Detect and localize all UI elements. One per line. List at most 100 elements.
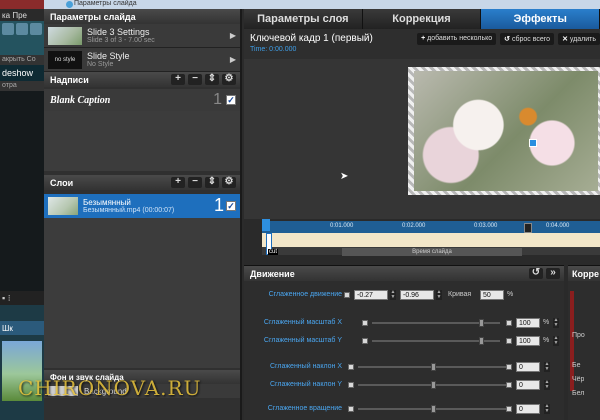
skew-y-spinner[interactable]: ▲ ▼: [544, 380, 550, 390]
add-caption-button[interactable]: +: [171, 74, 185, 85]
rotation-checkbox[interactable]: [348, 406, 354, 412]
caption-item[interactable]: Blank Caption 1 ✓: [44, 89, 240, 111]
layer-subtitle: Безымянный.mp4 (00:00:07): [83, 207, 175, 214]
layer-item[interactable]: Безымянный Безымянный.mp4 (00:00:07) 1 ✓: [44, 194, 240, 218]
open-icon[interactable]: [2, 23, 14, 35]
caption-settings-gear-icon[interactable]: ⚙: [222, 74, 236, 85]
caption-visible-checkbox[interactable]: ✓: [226, 95, 236, 105]
motion-x-spinner[interactable]: ▲ ▼: [390, 290, 396, 300]
motion-y-input[interactable]: -0.96: [400, 290, 434, 300]
correction-label: Бел: [572, 390, 585, 397]
skew-y-row: Сглаженный наклон Y 0 ▲ ▼: [244, 376, 564, 394]
background-app-tab[interactable]: Шк: [0, 321, 44, 335]
add-keyframe-button[interactable]: + добавить несколько: [417, 33, 497, 45]
skew-y-checkbox[interactable]: [348, 382, 354, 388]
motion-header: Движение ↺ »: [244, 266, 564, 281]
rotation-slider-knob[interactable]: [431, 405, 436, 413]
curve-input[interactable]: 50: [480, 290, 504, 300]
keyframe-time: Time: 0:00.000: [250, 46, 297, 53]
remove-layer-button[interactable]: −: [188, 177, 202, 188]
motion-y-spinner[interactable]: ▲ ▼: [436, 290, 442, 300]
rotation-spinner[interactable]: ▲ ▼: [544, 404, 550, 414]
layers-list-empty: [44, 218, 240, 368]
background-app-workspace: [0, 91, 44, 291]
scale-x-spinner[interactable]: ▲ ▼: [553, 318, 559, 328]
skew-x-checkbox[interactable]: [348, 364, 354, 370]
smooth-motion-checkbox[interactable]: [344, 292, 350, 298]
scale-y-spinner[interactable]: ▲ ▼: [553, 336, 559, 346]
slide-settings-item[interactable]: Slide 3 Settings Slide 3 of 3 - 7.00 sec…: [44, 24, 240, 48]
timeline-tick: 0:01.000: [330, 223, 354, 229]
timeline-tick: 0:04.000: [546, 223, 570, 229]
scale-x-input[interactable]: 100: [516, 318, 540, 328]
app-icon: [66, 1, 73, 8]
layer-thumbnail: [48, 197, 78, 215]
scale-y-slider-knob[interactable]: [478, 337, 484, 345]
background-app-controls[interactable]: ▪ ⁝: [0, 291, 44, 305]
skew-x-end-box[interactable]: [506, 364, 512, 370]
save-icon[interactable]: [16, 23, 28, 35]
undo-icon[interactable]: ↺: [529, 268, 543, 279]
anchor-point-icon[interactable]: [529, 139, 537, 147]
skew-x-row: Сглаженный наклон X 0 ▲ ▼: [244, 358, 564, 376]
scale-y-input[interactable]: 100: [516, 336, 540, 346]
keyframe-marker-1[interactable]: [262, 219, 270, 231]
timeline-ruler: 0:01.000 0:02.000 0:03.000 0:04.000: [262, 219, 600, 233]
scale-x-checkbox[interactable]: [362, 320, 368, 326]
skew-x-slider-knob[interactable]: [431, 363, 436, 371]
skew-x-spinner[interactable]: ▲ ▼: [544, 362, 550, 372]
tab-correction[interactable]: Коррекция: [362, 9, 482, 29]
add-layer-button[interactable]: +: [171, 177, 185, 188]
smooth-motion-row: Сглаженное движение -0.27 ▲ ▼ -0.96 ▲ ▼ Кр…: [244, 286, 564, 304]
background-app-menu[interactable]: ка Пре: [0, 9, 44, 21]
scale-x-label: Сглаженный масштаб X: [263, 319, 342, 326]
layer-visible-checkbox[interactable]: ✓: [226, 201, 236, 211]
move-caption-button[interactable]: ⇕: [205, 74, 219, 85]
background-app-toolbar-labels: акрыть Со: [0, 55, 44, 65]
layer-image-frame[interactable]: [408, 67, 600, 195]
slide-style-subtitle: No Style: [87, 61, 114, 68]
scale-y-end-box[interactable]: [506, 338, 512, 344]
skew-y-input[interactable]: 0: [516, 380, 540, 390]
layer-settings-gear-icon[interactable]: ⚙: [222, 177, 236, 188]
window-title: Параметры слайда: [74, 0, 137, 7]
scale-x-percent: %: [543, 319, 550, 326]
rotation-end-box[interactable]: [506, 406, 512, 412]
reset-all-button[interactable]: ↺ сброс всего: [500, 33, 555, 45]
chevron-right-icon[interactable]: ▶: [230, 55, 236, 64]
preview-stage[interactable]: ➤: [244, 59, 600, 219]
window-titlebar: Параметры слайда: [44, 0, 600, 9]
remove-caption-button[interactable]: −: [188, 74, 202, 85]
skew-x-input[interactable]: 0: [516, 362, 540, 372]
slide-style-item[interactable]: no style Slide Style No Style ▶: [44, 48, 240, 72]
skew-y-label: Сглаженный наклон Y: [269, 381, 342, 388]
correction-label: Бе: [572, 362, 581, 369]
timeline-track[interactable]: [262, 233, 600, 247]
skew-y-slider-knob[interactable]: [431, 381, 436, 389]
move-layer-button[interactable]: ⇕: [205, 177, 219, 188]
scale-y-checkbox[interactable]: [362, 338, 368, 344]
scale-x-slider-knob[interactable]: [478, 319, 484, 327]
smooth-motion-label: Сглаженное движение: [268, 291, 342, 298]
rotation-label: Сглаженное вращение: [267, 405, 342, 412]
motion-x-input[interactable]: -0.27: [354, 290, 388, 300]
double-chevron-icon[interactable]: »: [546, 268, 560, 279]
tab-effects[interactable]: Эффекты: [481, 9, 600, 29]
scale-y-label: Сглаженный масштаб Y: [263, 337, 342, 344]
layers-header: Слои + − ⇕ ⚙: [44, 175, 240, 190]
delete-keyframe-button[interactable]: ✕ удалить: [558, 33, 600, 45]
correction-label: Чёр: [572, 376, 585, 383]
tab-layer-params[interactable]: Параметры слоя: [244, 9, 363, 29]
chevron-right-icon[interactable]: ▶: [230, 31, 236, 40]
scale-x-row: Сглаженный масштаб X 100 % ▲ ▼: [244, 314, 564, 332]
scale-x-end-box[interactable]: [506, 320, 512, 326]
tab-bar: Параметры слоя Коррекция Эффекты: [244, 9, 600, 29]
slide-options-window: Параметры слайда Параметры слайда Slide …: [44, 0, 600, 420]
rotation-input[interactable]: 0: [516, 404, 540, 414]
curve-label: Кривая: [448, 291, 472, 298]
edit-icon[interactable]: [30, 23, 42, 35]
skew-y-end-box[interactable]: [506, 382, 512, 388]
cut-label: cut: [268, 249, 279, 255]
keyframe-marker-2[interactable]: [524, 223, 532, 233]
keyframe-timeline[interactable]: 0:01.000 0:02.000 0:03.000 0:04.000 Врем…: [262, 219, 600, 256]
